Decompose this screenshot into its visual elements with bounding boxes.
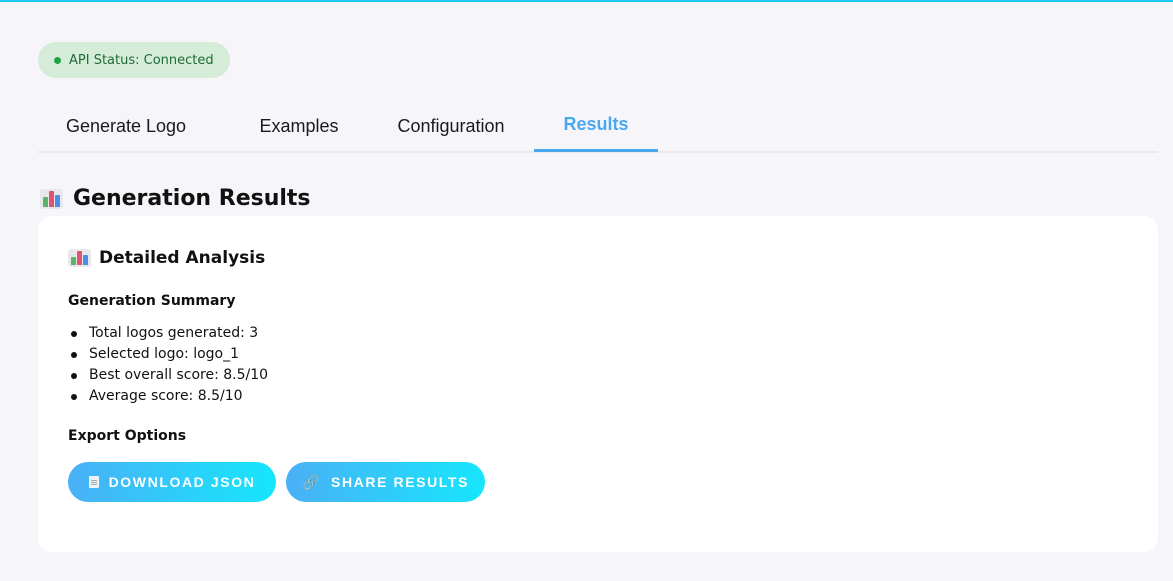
download-json-label: DOWNLOAD JSON (108, 474, 256, 490)
download-json-button[interactable]: DOWNLOAD JSON (68, 462, 276, 502)
list-item: Average score: 8.5/10 (68, 386, 268, 407)
share-results-label: SHARE RESULTS (331, 474, 470, 490)
page-title-text: Generation Results (73, 186, 311, 211)
list-item: Selected logo: logo_1 (68, 344, 268, 365)
card-title: Detailed Analysis (68, 248, 265, 268)
tab-configuration[interactable]: Configuration (368, 100, 534, 152)
tab-label: Generate Logo (65, 115, 187, 136)
list-item: Total logos generated: 3 (68, 323, 268, 344)
bar-chart-icon (68, 249, 91, 267)
api-status-badge: API Status: Connected (38, 42, 230, 78)
share-results-button[interactable]: 🔗 SHARE RESULTS (286, 462, 485, 502)
export-heading: Export Options (68, 428, 187, 444)
document-icon (88, 476, 99, 488)
link-icon: 🔗 (301, 473, 322, 490)
list-item: Best overall score: 8.5/10 (68, 365, 268, 386)
status-dot-icon (54, 56, 61, 64)
top-accent-bar (0, 0, 1173, 2)
results-card: Detailed Analysis Generation Summary Tot… (38, 216, 1158, 552)
api-status-label: API Status: Connected (69, 52, 214, 68)
tab-label: Examples (259, 115, 339, 136)
tab-label: Configuration (397, 115, 505, 136)
tab-results[interactable]: Results (534, 100, 658, 152)
summary-list: Total logos generated: 3 Selected logo: … (68, 323, 268, 407)
tab-examples[interactable]: Examples (214, 100, 368, 152)
main-tabs: Generate Logo Examples Configuration Res… (38, 100, 1158, 153)
summary-heading: Generation Summary (68, 293, 236, 309)
tab-label: Results (563, 114, 629, 134)
bar-chart-icon (40, 188, 63, 209)
page-title: Generation Results (40, 186, 311, 211)
tab-generate-logo[interactable]: Generate Logo (38, 100, 214, 152)
card-title-text: Detailed Analysis (99, 248, 266, 268)
